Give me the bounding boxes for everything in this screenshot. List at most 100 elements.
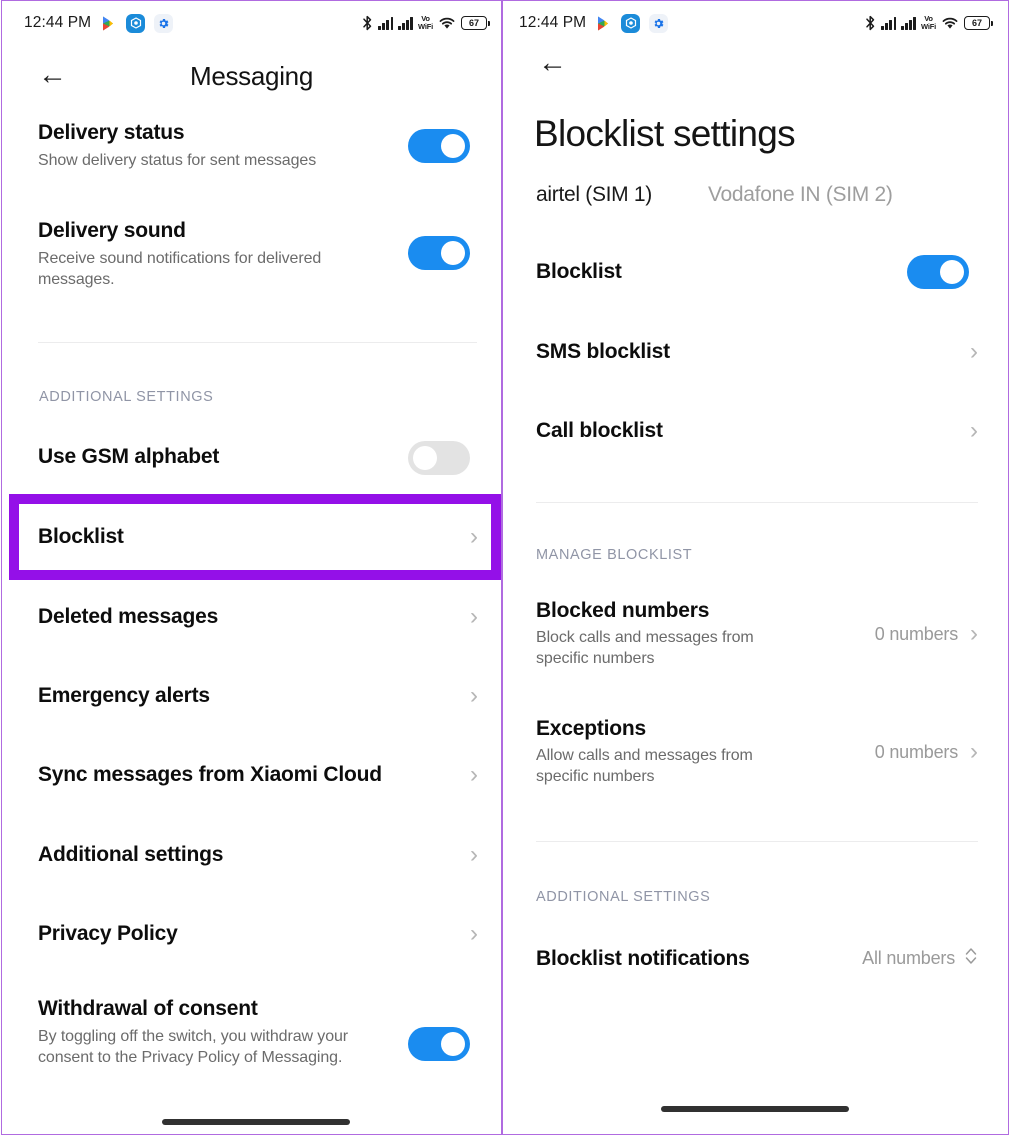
row-title: Emergency alerts bbox=[38, 684, 210, 707]
row-title: Blocklist bbox=[536, 260, 622, 283]
battery-icon: 67 bbox=[461, 16, 490, 30]
row-title: Exceptions bbox=[536, 717, 647, 740]
section-label-additional-settings: ADDITIONAL SETTINGS bbox=[39, 389, 214, 405]
list-item-blocklist[interactable]: Blocklist bbox=[536, 260, 936, 284]
signal-sim2-icon bbox=[901, 16, 917, 30]
highlight-box-blocklist bbox=[9, 494, 501, 580]
chevron-right-icon: › bbox=[970, 417, 978, 444]
divider bbox=[536, 502, 978, 503]
play-store-icon bbox=[100, 15, 117, 32]
chevron-right-icon: › bbox=[970, 738, 978, 765]
row-title: Use GSM alphabet bbox=[38, 445, 220, 468]
left-phone-panel: 12:44 PM Vo WiFi 67 ← Messaging Delivery… bbox=[1, 0, 502, 1135]
chevron-right-icon: › bbox=[970, 338, 978, 365]
wifi-icon bbox=[438, 16, 456, 30]
vowifi-icon: Vo WiFi bbox=[921, 15, 936, 31]
chevron-right-icon: › bbox=[470, 682, 478, 709]
toggle-knob bbox=[940, 260, 964, 284]
chevron-right-icon: › bbox=[470, 761, 478, 788]
list-item-sync-messages[interactable]: Sync messages from Xiaomi Cloud › bbox=[38, 763, 478, 787]
row-subtitle: Show delivery status for sent messages bbox=[38, 152, 317, 169]
row-subtitle: Block calls and messages from specific n… bbox=[536, 629, 754, 667]
row-title: Call blocklist bbox=[536, 419, 663, 442]
toggle-blocklist[interactable] bbox=[907, 255, 969, 289]
bluetooth-icon bbox=[865, 15, 876, 31]
home-indicator-left bbox=[162, 1119, 350, 1125]
signal-sim2-icon bbox=[398, 16, 414, 30]
section-label-additional-settings: ADDITIONAL SETTINGS bbox=[536, 889, 711, 905]
status-bar-left: 12:44 PM Vo WiFi 67 bbox=[2, 1, 501, 45]
list-item-delivery-status[interactable]: Delivery status Show delivery status for… bbox=[38, 121, 393, 171]
list-item-deleted-messages[interactable]: Deleted messages › bbox=[38, 605, 478, 629]
divider bbox=[38, 342, 477, 343]
battery-icon: 67 bbox=[964, 16, 993, 30]
play-store-icon bbox=[595, 15, 612, 32]
row-title: Privacy Policy bbox=[38, 922, 178, 945]
security-app-icon bbox=[126, 13, 146, 33]
page-title-left: Messaging bbox=[189, 61, 314, 91]
toggle-use-gsm-alphabet[interactable] bbox=[408, 441, 470, 475]
list-item-additional-settings[interactable]: Additional settings › bbox=[38, 843, 478, 867]
row-value: All numbers bbox=[862, 948, 955, 968]
settings-gear-icon bbox=[154, 13, 174, 33]
list-item-exceptions[interactable]: Exceptions Allow calls and messages from… bbox=[536, 717, 978, 787]
divider bbox=[536, 841, 978, 842]
row-subtitle: Allow calls and messages from specific n… bbox=[536, 747, 753, 785]
list-item-use-gsm-alphabet[interactable]: Use GSM alphabet bbox=[38, 445, 393, 469]
status-bar-left-group: 12:44 PM bbox=[519, 13, 669, 33]
row-title: Blocklist notifications bbox=[536, 946, 750, 970]
row-value: 0 numbers bbox=[874, 741, 958, 762]
row-title: Blocked numbers bbox=[536, 599, 710, 622]
row-title: Sync messages from Xiaomi Cloud bbox=[38, 763, 382, 786]
toggle-withdrawal-of-consent[interactable] bbox=[408, 1027, 470, 1061]
toggle-knob bbox=[441, 1032, 465, 1056]
status-bar-left-group: 12:44 PM bbox=[24, 13, 174, 33]
list-item-blocklist-notifications[interactable]: Blocklist notifications All numbers bbox=[536, 945, 978, 972]
wifi-icon bbox=[941, 16, 959, 30]
status-bar-right-group: Vo WiFi 67 bbox=[865, 15, 993, 31]
signal-sim1-icon bbox=[378, 16, 394, 30]
status-bar-right: 12:44 PM Vo WiFi 67 bbox=[503, 1, 1008, 45]
list-item-privacy-policy[interactable]: Privacy Policy › bbox=[38, 922, 478, 946]
back-button-right[interactable]: ← bbox=[538, 49, 567, 78]
chevron-right-icon: › bbox=[470, 603, 478, 630]
list-item-withdrawal-of-consent[interactable]: Withdrawal of consent By toggling off th… bbox=[38, 997, 383, 1068]
list-item-emergency-alerts[interactable]: Emergency alerts › bbox=[38, 684, 478, 708]
screenshot-root: 12:44 PM Vo WiFi 67 ← Messaging Delivery… bbox=[0, 0, 1024, 1136]
right-phone-panel: 12:44 PM Vo WiFi 67 ← Blocklist settings… bbox=[502, 0, 1009, 1135]
section-label-manage-blocklist: MANAGE BLOCKLIST bbox=[536, 547, 693, 563]
status-time: 12:44 PM bbox=[519, 14, 587, 31]
row-title: Delivery sound bbox=[38, 219, 186, 242]
bluetooth-icon bbox=[362, 15, 373, 31]
home-indicator-right bbox=[661, 1106, 849, 1112]
row-title: Withdrawal of consent bbox=[38, 997, 258, 1020]
battery-level: 67 bbox=[468, 18, 479, 28]
battery-level: 67 bbox=[971, 18, 982, 28]
vowifi-bottom: WiFi bbox=[921, 22, 936, 31]
tab-sim2[interactable]: Vodafone IN (SIM 2) bbox=[708, 183, 893, 207]
row-title: Additional settings bbox=[38, 843, 224, 866]
signal-sim1-icon bbox=[881, 16, 897, 30]
list-item-delivery-sound[interactable]: Delivery sound Receive sound notificatio… bbox=[38, 219, 393, 290]
list-item-sms-blocklist[interactable]: SMS blocklist › bbox=[536, 340, 978, 364]
list-item-blocked-numbers[interactable]: Blocked numbers Block calls and messages… bbox=[536, 599, 978, 669]
row-title: SMS blocklist bbox=[536, 340, 670, 363]
security-app-icon bbox=[621, 13, 641, 33]
page-title-right: Blocklist settings bbox=[534, 113, 796, 154]
chevron-updown-icon bbox=[964, 945, 978, 972]
row-value: 0 numbers bbox=[874, 623, 958, 644]
row-title: Deleted messages bbox=[38, 605, 219, 628]
toggle-knob bbox=[441, 241, 465, 265]
tab-sim1[interactable]: airtel (SIM 1) bbox=[536, 183, 652, 207]
toggle-knob bbox=[441, 134, 465, 158]
row-subtitle: By toggling off the switch, you withdraw… bbox=[38, 1028, 349, 1066]
status-bar-right-group: Vo WiFi 67 bbox=[362, 15, 490, 31]
row-subtitle: Receive sound notifications for delivere… bbox=[38, 250, 322, 288]
status-time: 12:44 PM bbox=[24, 14, 92, 31]
toggle-delivery-sound[interactable] bbox=[408, 236, 470, 270]
row-title: Delivery status bbox=[38, 121, 185, 144]
chevron-right-icon: › bbox=[970, 620, 978, 647]
toggle-delivery-status[interactable] bbox=[408, 129, 470, 163]
list-item-call-blocklist[interactable]: Call blocklist › bbox=[536, 419, 978, 443]
back-arrow-icon: ← bbox=[538, 47, 567, 79]
